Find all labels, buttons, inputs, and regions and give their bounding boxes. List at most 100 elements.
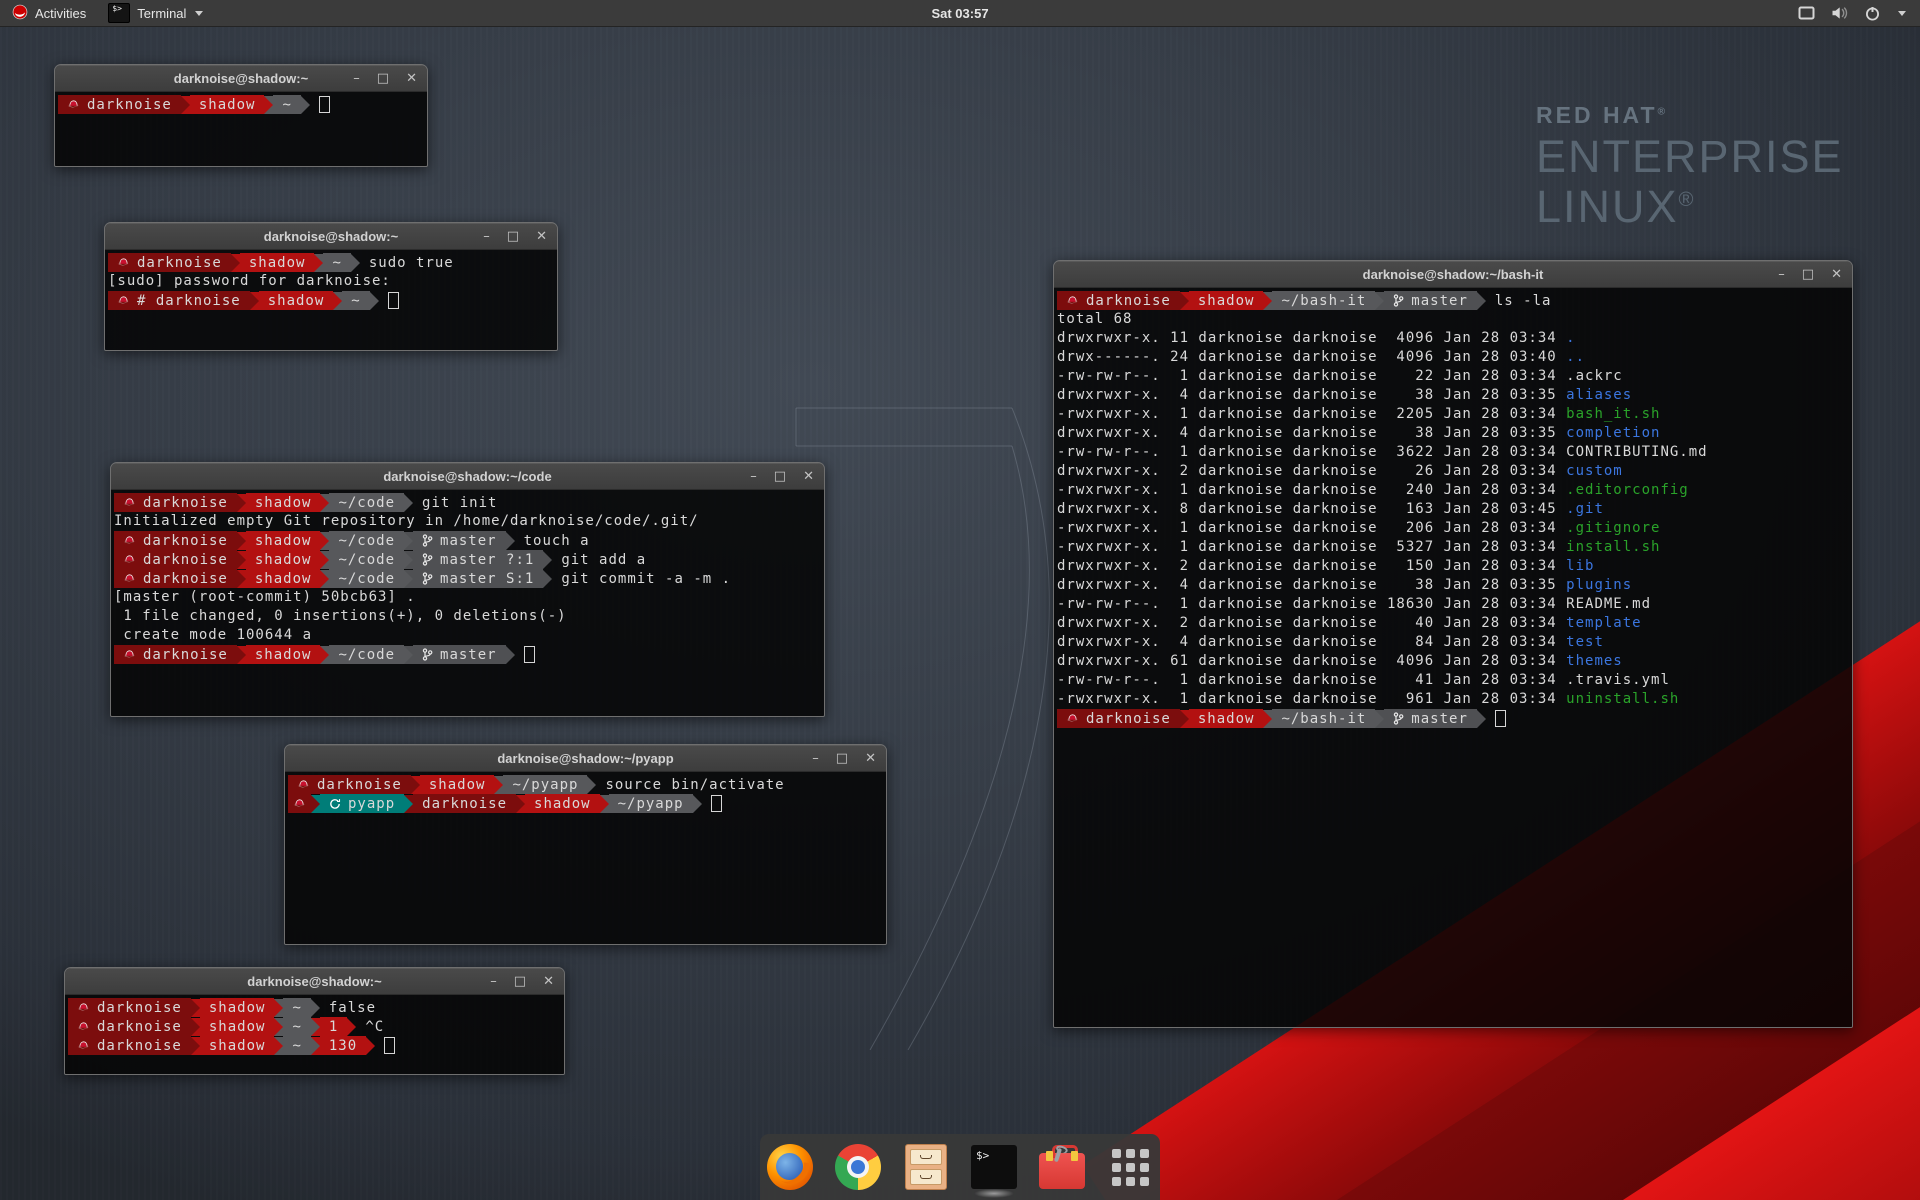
window-titlebar[interactable]: darknoise@shadow:~/bash-it–□✕ [1054, 261, 1852, 288]
powerline-arrow-icon [1263, 710, 1272, 728]
chevron-down-icon[interactable] [1898, 11, 1906, 16]
prompt-segment-label: ~/bash-it [1281, 293, 1366, 309]
dock-appgrid[interactable] [1106, 1140, 1154, 1194]
app-menu-button[interactable]: $> Terminal [98, 0, 213, 26]
prompt-segment-label: # darknoise [137, 293, 241, 309]
window-titlebar[interactable]: darknoise@shadow:~–□✕ [55, 65, 427, 92]
powerline-arrow-icon [311, 1037, 320, 1055]
terminal-content[interactable]: darknoise shadow ~ sudo true[sudo] password… [105, 250, 557, 351]
file-name: aliases [1566, 387, 1632, 403]
prompt-segment-label: ~/pyapp [618, 796, 684, 812]
file-meta: -rwxrwxr-x. 1 darknoise darknoise 961 Ja… [1057, 691, 1566, 707]
prompt-line: darknoiseshadow~/bash-itmaster [1057, 709, 1852, 728]
window-titlebar[interactable]: darknoise@shadow:~–□✕ [105, 223, 557, 250]
close-button[interactable]: ✕ [406, 72, 417, 85]
window-titlebar[interactable]: darknoise@shadow:~/pyapp–□✕ [285, 745, 886, 772]
powerline-arrow-icon [274, 1018, 283, 1036]
prompt-line: darknoiseshadow~/bash-itmasterls -la [1057, 291, 1852, 310]
window-titlebar[interactable]: darknoise@shadow:~–□✕ [65, 968, 564, 995]
dock-files[interactable] [902, 1140, 950, 1194]
maximize-button[interactable]: □ [774, 470, 786, 483]
file-list-row: -rwxrwxr-x. 1 darknoise darknoise 2205 J… [1057, 405, 1852, 424]
window-controls: – □ ✕ [353, 65, 417, 91]
minimize-button[interactable]: – [483, 230, 490, 243]
maximize-button[interactable]: □ [514, 975, 526, 988]
minimize-button[interactable]: – [750, 470, 757, 483]
clock[interactable]: Sat 03:57 [0, 6, 1920, 21]
minimize-button[interactable]: – [812, 752, 819, 765]
prompt-segment: darknoise [1057, 291, 1180, 310]
maximize-button[interactable]: □ [507, 230, 519, 243]
maximize-button[interactable]: □ [836, 752, 848, 765]
prompt-segment: ~ [323, 253, 350, 272]
prompt-line: darknoiseshadow~/codemastertouch a [114, 531, 824, 550]
minimize-button[interactable]: – [1778, 268, 1785, 281]
command-text: touch a [515, 533, 590, 549]
prompt-segment-label: darknoise [97, 1038, 182, 1054]
minimize-button[interactable]: – [353, 72, 360, 85]
dock: $> [760, 1134, 1160, 1200]
command-text: git commit -a -m . [552, 571, 731, 587]
firefox-icon [767, 1144, 813, 1190]
powerline-arrow-icon [543, 551, 552, 569]
terminal-output-line: [sudo] password for darknoise: [108, 272, 557, 291]
close-button[interactable]: ✕ [865, 752, 876, 765]
powerline-arrow-icon [351, 254, 360, 272]
power-icon[interactable] [1865, 6, 1880, 21]
fedora-icon [1066, 295, 1079, 306]
window-titlebar[interactable]: darknoise@shadow:~/code–□✕ [111, 463, 824, 490]
terminal-content[interactable]: darknoiseshadow~falsedarknoiseshadow~1^C… [65, 995, 564, 1075]
file-meta: -rwxrwxr-x. 1 darknoise darknoise 206 Ja… [1057, 520, 1566, 536]
prompt-segment: ~/pyapp [503, 775, 587, 794]
terminal-window: darknoise@shadow:~–□✕darknoiseshadow~ [54, 64, 428, 167]
dock-firefox[interactable] [766, 1140, 814, 1194]
terminal-content[interactable]: darknoiseshadow~ [55, 92, 427, 167]
powerline-arrow-icon [237, 646, 246, 664]
dock-terminal[interactable]: $> [970, 1140, 1018, 1194]
prompt-segment: ~ [283, 1017, 310, 1036]
close-button[interactable]: ✕ [543, 975, 554, 988]
prompt-segment-label: darknoise [143, 571, 228, 587]
rhel-logo: RED HAT® ENTERPRISE LINUX® [1536, 102, 1844, 229]
powerline-arrow-icon [320, 551, 329, 569]
terminal-content[interactable]: darknoiseshadow~/bash-itmasterls -latota… [1054, 288, 1852, 1028]
command-text: sudo true [360, 255, 454, 271]
close-button[interactable]: ✕ [536, 230, 547, 243]
close-button[interactable]: ✕ [803, 470, 814, 483]
terminal-content[interactable]: darknoiseshadow~/pyappsource bin/activat… [285, 772, 886, 945]
maximize-button[interactable]: □ [1802, 268, 1814, 281]
file-meta: drwxrwxr-x. 2 darknoise darknoise 40 Jan… [1057, 615, 1566, 631]
dock-chrome[interactable] [834, 1140, 882, 1194]
terminal-window: darknoise@shadow:~–□✕darknoiseshadow~sud… [104, 222, 558, 351]
prompt-segment-label: shadow [268, 293, 325, 309]
display-icon[interactable] [1798, 6, 1815, 20]
dock-toolbox[interactable] [1038, 1140, 1086, 1194]
command-text: git add a [552, 552, 646, 568]
prompt-segment: ~/bash-it [1272, 709, 1375, 728]
terminal-cursor [384, 1037, 395, 1054]
volume-icon[interactable] [1831, 6, 1849, 20]
prompt-segment-label: ~/pyapp [512, 777, 578, 793]
maximize-button[interactable]: □ [377, 72, 389, 85]
powerline-arrow-icon [347, 1018, 356, 1036]
prompt-segment: darknoise [108, 253, 231, 272]
command-text: ls -la [1486, 293, 1552, 309]
window-controls: – □ ✕ [750, 463, 814, 489]
prompt-line: darknoiseshadow~ [58, 95, 427, 114]
prompt-segment: darknoise [413, 794, 516, 813]
minimize-button[interactable]: – [490, 975, 497, 988]
terminal-window: darknoise@shadow:~/pyapp–□✕darknoiseshad… [284, 744, 887, 945]
powerline-arrow-icon [1477, 710, 1486, 728]
terminal-window: darknoise@shadow:~/code–□✕darknoiseshado… [110, 462, 825, 717]
fedora-icon [117, 257, 130, 268]
git-icon [422, 553, 433, 566]
close-button[interactable]: ✕ [1831, 268, 1842, 281]
prompt-segment: shadow [246, 493, 321, 512]
file-name: .git [1566, 501, 1604, 517]
activities-button[interactable]: Activities [0, 0, 98, 26]
powerline-arrow-icon [516, 795, 525, 813]
prompt-segment: ~/code [329, 569, 404, 588]
powerline-arrow-icon [237, 570, 246, 588]
prompt-segment-label: ~/code [338, 552, 395, 568]
terminal-content[interactable]: darknoiseshadow~/codegit initInitialized… [111, 490, 824, 717]
